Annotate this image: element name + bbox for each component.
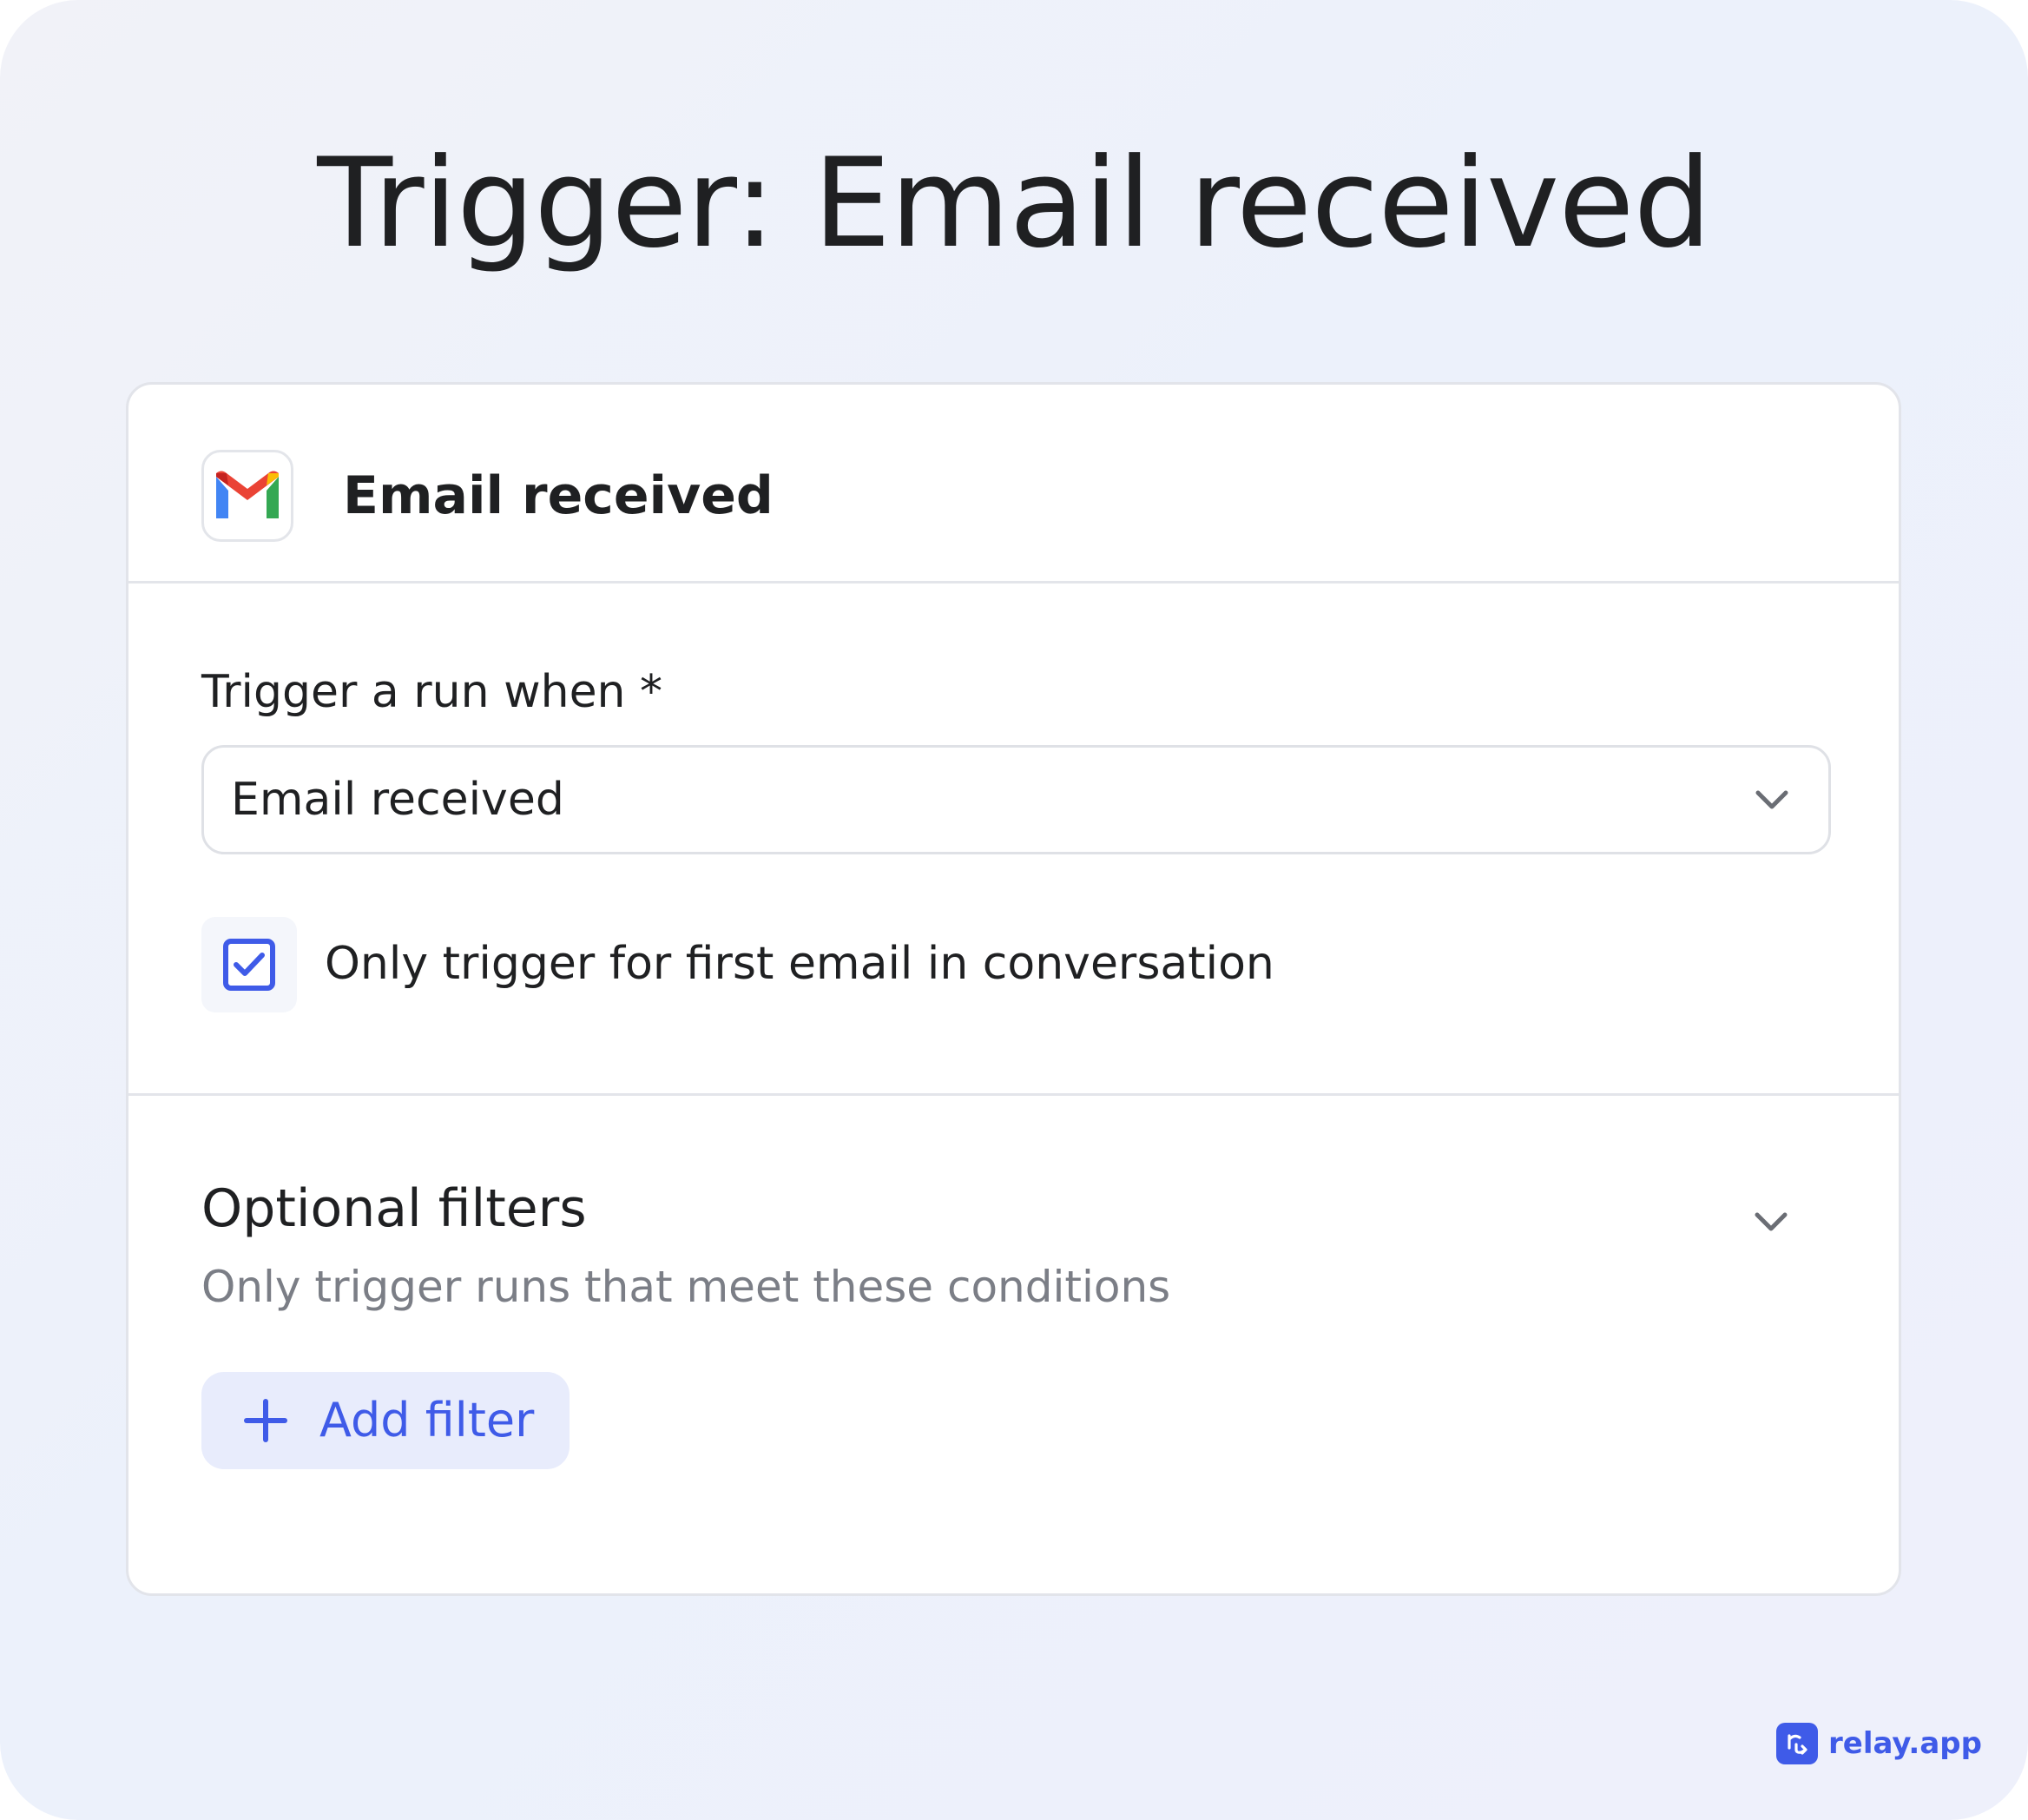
- trigger-field-label: Trigger a run when *: [201, 666, 663, 718]
- optional-filters-section: Optional filters Only trigger runs that …: [128, 1096, 1899, 1593]
- plus-icon: [244, 1399, 287, 1442]
- brand-name: relay.app: [1828, 1726, 1982, 1761]
- chevron-down-icon: [1755, 790, 1788, 809]
- gmail-icon: [201, 450, 293, 542]
- trigger-select[interactable]: Email received: [201, 745, 1831, 854]
- relay-logo-graphic: [1788, 1734, 1807, 1755]
- brand-watermark: relay.app: [1776, 1722, 1982, 1765]
- gmail-logo-graphic: [216, 471, 279, 518]
- page-title: Trigger: Email received: [317, 132, 1711, 275]
- chevron-down-icon[interactable]: [1749, 1204, 1793, 1239]
- add-filter-button[interactable]: Add filter: [201, 1372, 570, 1469]
- first-email-checkbox[interactable]: [201, 917, 297, 1012]
- optional-filters-subtitle: Only trigger runs that meet these condit…: [201, 1262, 1171, 1312]
- page-background: Trigger: Email received Email received T…: [0, 0, 2028, 1820]
- trigger-card: Email received Trigger a run when * Emai…: [126, 382, 1901, 1596]
- trigger-settings-section: Trigger a run when * Email received Only…: [128, 584, 1899, 1096]
- relay-logo-icon: [1776, 1723, 1818, 1764]
- add-filter-label: Add filter: [319, 1393, 535, 1447]
- trigger-select-value: Email received: [231, 774, 564, 826]
- card-title: Email received: [343, 465, 774, 526]
- first-email-checkbox-label[interactable]: Only trigger for first email in conversa…: [325, 932, 1274, 996]
- checkbox-checked-icon: [223, 939, 275, 991]
- optional-filters-title[interactable]: Optional filters: [201, 1174, 587, 1243]
- card-header: Email received: [128, 385, 1899, 584]
